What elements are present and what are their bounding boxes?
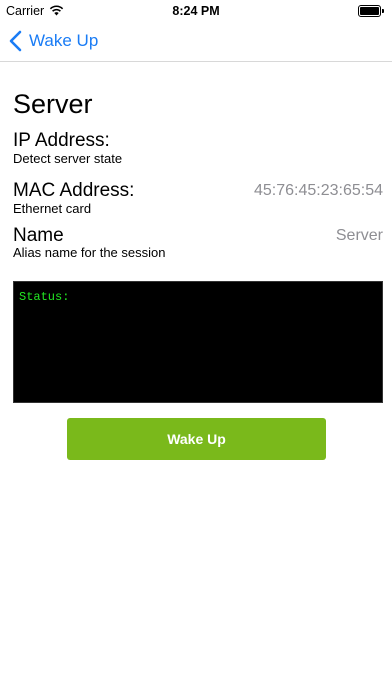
navigation-bar: Wake Up [0,22,392,62]
page-title: Server [13,89,93,119]
chevron-left-icon [9,30,22,52]
status-console-text: Status: [19,290,70,304]
mac-address-value: 45:76:45:23:65:54 [253,182,383,199]
mac-address-label: MAC Address: [13,180,135,201]
name-subtitle: Alias name for the session [13,245,166,260]
status-console: Status: [13,281,383,403]
status-bar: Carrier 8:24 PM [0,0,392,22]
ip-address-label: IP Address: [13,130,110,151]
clock-time: 8:24 PM [172,4,220,18]
back-button[interactable]: Wake Up [8,28,98,54]
mac-address-subtitle: Ethernet card [13,201,92,216]
wake-up-button[interactable]: Wake Up [67,418,326,460]
name-value: Server [335,227,383,244]
ip-address-subtitle: Detect server state [13,151,123,166]
back-button-label: Wake Up [29,31,99,50]
battery-icon [358,5,385,17]
name-label: Name [13,225,64,246]
